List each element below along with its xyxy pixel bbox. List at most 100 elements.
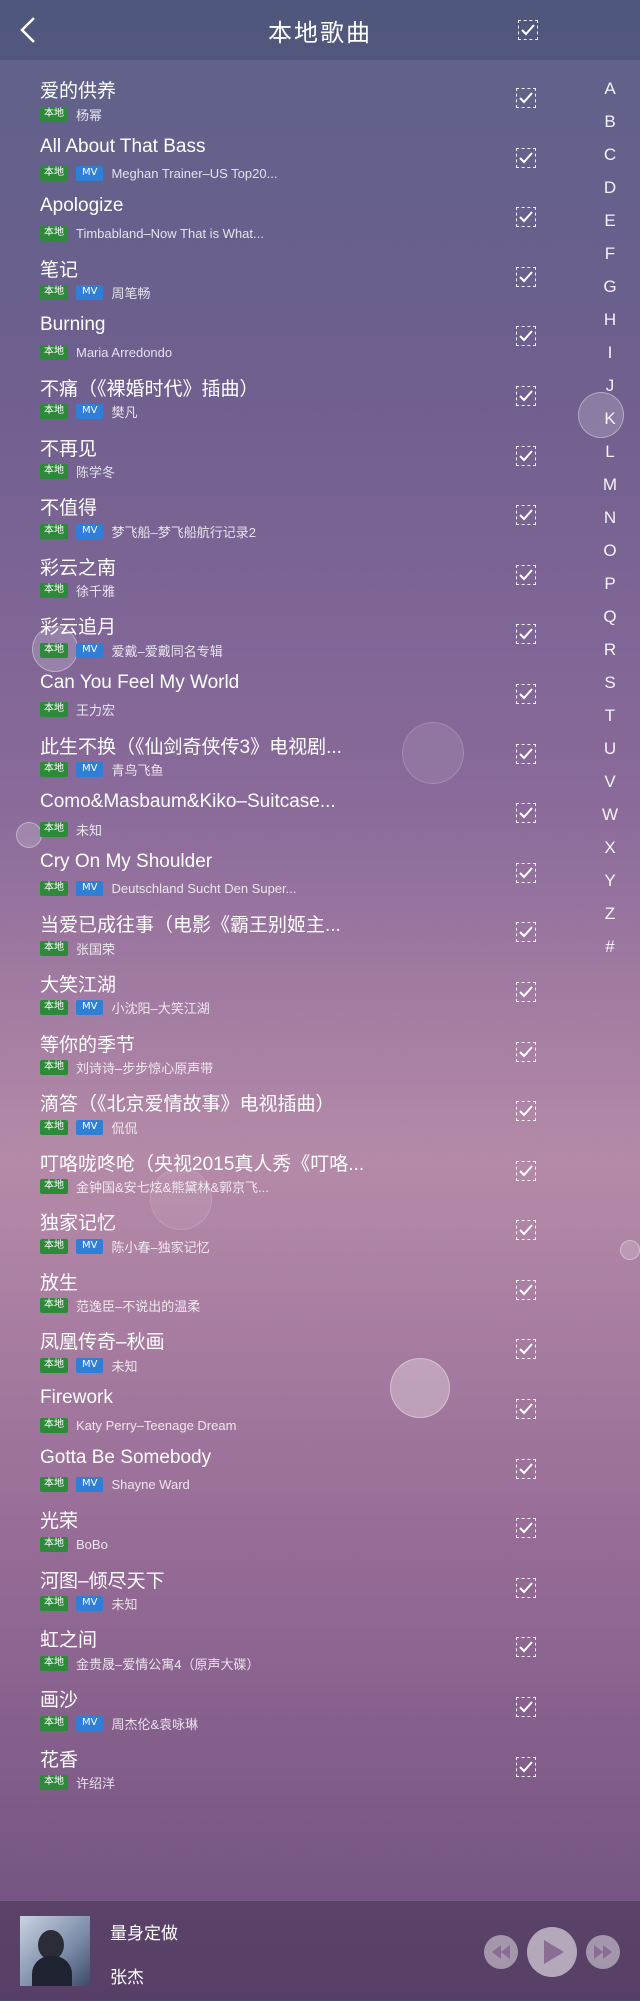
index-letter[interactable]: W xyxy=(580,798,640,831)
song-checkbox[interactable] xyxy=(516,743,536,764)
song-checkbox[interactable] xyxy=(516,385,536,406)
song-checkbox[interactable] xyxy=(516,1101,536,1122)
song-row[interactable]: 彩云之南 本地 徐千雅 xyxy=(0,537,580,599)
song-row[interactable]: 光荣 本地 BoBo xyxy=(0,1490,580,1552)
checkmark-icon xyxy=(519,449,533,462)
song-checkbox[interactable] xyxy=(516,266,536,287)
index-letter[interactable]: Z xyxy=(580,897,640,930)
song-checkbox[interactable] xyxy=(516,1339,536,1360)
song-checkbox[interactable] xyxy=(516,1697,536,1718)
select-all-checkbox[interactable] xyxy=(518,20,538,40)
song-checkbox[interactable] xyxy=(516,445,536,466)
song-title: 爱的供养 xyxy=(40,81,117,102)
song-checkbox[interactable] xyxy=(516,862,536,883)
checkmark-icon xyxy=(519,1522,533,1534)
checkmark-icon xyxy=(519,1641,533,1653)
song-checkbox[interactable] xyxy=(516,803,536,824)
song-row[interactable]: 不值得 本地 MV 梦飞船–梦飞船航行记录2 xyxy=(0,477,580,540)
song-checkbox[interactable] xyxy=(516,1041,536,1062)
index-letter[interactable]: S xyxy=(580,666,640,699)
song-row[interactable]: Firework 本地 Katy Perry–Teenage Dream xyxy=(0,1371,580,1433)
index-letter[interactable]: A xyxy=(580,72,640,105)
song-row[interactable]: 不痛（《裸婚时代》插曲） 本地 MV 樊凡 xyxy=(0,358,580,420)
index-letter[interactable]: E xyxy=(580,204,640,237)
song-row[interactable]: 彩云追月 本地 MV 爱戴–爱戴同名专辑 xyxy=(0,596,580,659)
song-checkbox[interactable] xyxy=(516,147,536,168)
song-checkbox[interactable] xyxy=(516,922,536,943)
song-row[interactable]: All About That Bass 本地 MV Meghan Trainer–US… xyxy=(0,120,580,182)
song-row[interactable]: 虹之间 本地 金贵晟–爱情公寓4（原声大碟） xyxy=(0,1609,580,1672)
song-row[interactable]: 当爱已成往事（电影《霸王别姬主... 本地 张国荣 xyxy=(0,894,580,957)
index-letter[interactable]: U xyxy=(580,732,640,765)
back-button[interactable] xyxy=(16,14,46,46)
song-row[interactable]: Cry On My Shoulder 本地 MV Deutschland Sucht … xyxy=(0,835,580,897)
index-letter[interactable]: # xyxy=(580,930,640,963)
play-button[interactable] xyxy=(527,1927,577,1977)
song-row[interactable]: 凤凰传奇–秋画 本地 MV 未知 xyxy=(0,1311,580,1374)
index-letter[interactable]: H xyxy=(580,303,640,336)
index-letter[interactable]: C xyxy=(580,138,640,171)
index-letter[interactable]: V xyxy=(580,765,640,798)
song-row[interactable]: 独家记忆 本地 MV 陈小春–独家记忆 xyxy=(0,1192,580,1255)
index-letter[interactable]: F xyxy=(580,237,640,270)
index-letter[interactable]: M xyxy=(580,468,640,501)
index-letter[interactable]: I xyxy=(580,336,640,369)
song-checkbox[interactable] xyxy=(516,1637,536,1658)
index-letter[interactable]: Y xyxy=(580,864,640,897)
checkmark-icon xyxy=(519,151,533,164)
song-checkbox[interactable] xyxy=(516,1518,536,1539)
song-checkbox[interactable] xyxy=(516,564,536,585)
song-row[interactable]: 河图–倾尽天下 本地 MV 未知 xyxy=(0,1550,580,1612)
next-button[interactable] xyxy=(586,1935,620,1969)
index-letter[interactable]: L xyxy=(580,435,640,468)
song-row[interactable]: 大笑江湖 本地 MV 小沈阳–大笑江湖 xyxy=(0,954,580,1016)
song-row[interactable]: 不再见 本地 陈学冬 xyxy=(0,418,580,480)
index-letter[interactable]: K xyxy=(580,402,640,435)
song-checkbox[interactable] xyxy=(516,1458,536,1479)
bokeh-circle xyxy=(620,1240,640,1260)
index-letter[interactable]: B xyxy=(580,105,640,138)
song-row[interactable]: 此生不换（《仙剑奇侠传3》电视剧... 本地 MV 青鸟飞鱼 xyxy=(0,716,580,778)
song-title: 不痛（《裸婚时代》插曲） xyxy=(40,378,259,400)
song-checkbox[interactable] xyxy=(516,1220,536,1241)
index-letter[interactable]: D xyxy=(580,171,640,204)
index-letter[interactable]: X xyxy=(580,831,640,864)
index-letter[interactable]: P xyxy=(580,567,640,600)
song-row[interactable]: 画沙 本地 MV 周杰伦&袁咏琳 xyxy=(0,1669,580,1732)
song-checkbox[interactable] xyxy=(516,1399,536,1420)
song-checkbox[interactable] xyxy=(516,683,536,704)
song-row[interactable]: 笔记 本地 MV 周笔畅 xyxy=(0,239,580,301)
song-row[interactable]: 等你的季节 本地 刘诗诗–步步惊心原声带 xyxy=(0,1014,580,1076)
song-checkbox[interactable] xyxy=(516,624,536,645)
song-checkbox[interactable] xyxy=(516,88,536,108)
index-letter[interactable]: R xyxy=(580,633,640,666)
index-letter[interactable]: O xyxy=(580,534,640,567)
song-checkbox[interactable] xyxy=(516,207,536,228)
song-row[interactable]: 爱的供养 本地 杨幂 xyxy=(0,60,580,123)
index-letter[interactable]: G xyxy=(580,270,640,303)
alphabet-index[interactable]: A B C D E F G H I J K L M N O P Q R S T U V W X Y Z # xyxy=(580,72,640,963)
song-checkbox[interactable] xyxy=(516,1279,536,1300)
song-checkbox[interactable] xyxy=(516,981,536,1002)
song-checkbox[interactable] xyxy=(516,326,536,347)
index-letter[interactable]: Q xyxy=(580,600,640,633)
song-checkbox[interactable] xyxy=(516,1577,536,1598)
song-row[interactable]: 花香 本地 许绍洋 xyxy=(0,1729,580,1791)
index-letter[interactable]: N xyxy=(580,501,640,534)
song-checkbox[interactable] xyxy=(516,505,536,526)
song-row[interactable]: Como&Masbaum&Kiko–Suitcase... 本地 未知 xyxy=(0,775,580,838)
song-row[interactable]: 叮咯咙咚呛（央视2015真人秀《叮咯... 本地 金钟国&安七炫&熊黛林&郭京飞..… xyxy=(0,1133,580,1195)
song-row[interactable]: 放生 本地 范逸臣–不说出的温柔 xyxy=(0,1252,580,1314)
album-cover[interactable] xyxy=(20,1916,90,1986)
song-checkbox[interactable] xyxy=(516,1756,536,1777)
song-checkbox[interactable] xyxy=(516,1160,536,1181)
previous-button[interactable] xyxy=(484,1935,518,1969)
song-row[interactable]: Can You Feel My World 本地 王力宏 xyxy=(0,656,580,718)
song-row[interactable]: Apologize 本地 Timbabland–Now That is What..… xyxy=(0,179,580,241)
index-letter[interactable]: J xyxy=(580,369,640,402)
song-row[interactable]: Gotta Be Somebody 本地 MV Shayne Ward xyxy=(0,1431,580,1493)
checkmark-icon xyxy=(519,688,533,700)
song-row[interactable]: Burning 本地 Maria Arredondo xyxy=(0,298,580,360)
song-row[interactable]: 滴答（《北京爱情故事》电视插曲） 本地 MV 侃侃 xyxy=(0,1073,580,1136)
index-letter[interactable]: T xyxy=(580,699,640,732)
